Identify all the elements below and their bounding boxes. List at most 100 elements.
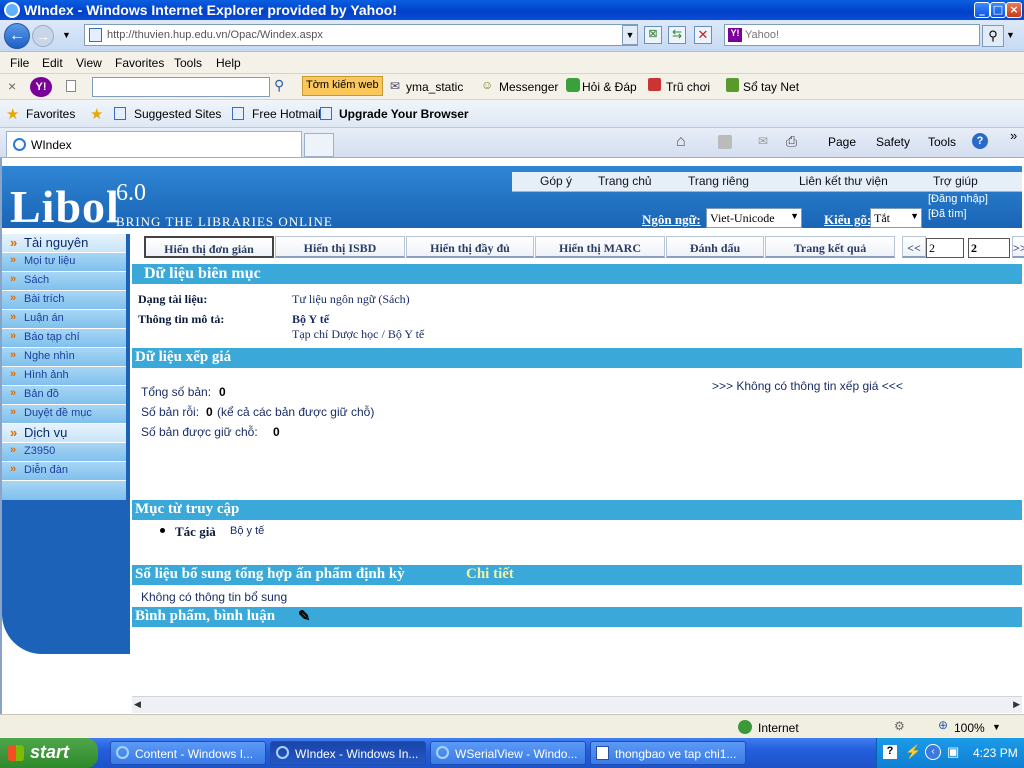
toolbar-item-answers[interactable]: Hỏi & Đáp	[582, 80, 637, 94]
menu-tools[interactable]: Tools	[174, 56, 202, 70]
sidebar-spacer	[2, 481, 126, 500]
link-feedback[interactable]: Góp ý	[540, 174, 572, 188]
sidebar-item-audiovisual[interactable]: Nghe nhìn	[2, 348, 126, 367]
favorites-button[interactable]: Favorites	[26, 107, 75, 121]
read-mail-icon[interactable]: ✉	[758, 134, 768, 148]
link-home[interactable]: Trang chủ	[598, 174, 652, 188]
task-windex[interactable]: WIndex - Windows In...	[270, 741, 426, 765]
toolbar-item-messenger[interactable]: Messenger	[499, 80, 558, 94]
menu-view[interactable]: View	[76, 56, 102, 70]
ie-task-icon	[436, 746, 449, 759]
sidebar-item-books[interactable]: Sách	[2, 272, 126, 291]
menu-help[interactable]: Help	[216, 56, 241, 70]
stop-icon[interactable]: ✕	[694, 26, 712, 44]
magnifier-icon[interactable]: ⚲	[274, 77, 284, 94]
back-icon[interactable]: ←	[4, 23, 30, 49]
yahoo-logo-icon[interactable]: Y!	[30, 77, 52, 97]
scroll-right-icon[interactable]: ▶	[1013, 699, 1020, 710]
search-input[interactable]: Y! Yahoo!	[724, 24, 980, 46]
tab-results[interactable]: Trang kết quả	[765, 236, 895, 258]
author-link[interactable]: Bộ y tế	[230, 525, 264, 537]
fav-free-hotmail[interactable]: Free Hotmail	[252, 107, 321, 121]
tab-marc-view[interactable]: Hiển thị MARC	[535, 236, 665, 258]
sidebar-item-z3950[interactable]: Z3950	[2, 443, 126, 462]
tab-full-view[interactable]: Hiển thị đầy đủ	[406, 236, 534, 258]
pager-current-input[interactable]: 2	[926, 238, 964, 258]
sidebar-item-images[interactable]: Hình ảnh	[2, 367, 126, 386]
new-tab-button[interactable]	[304, 133, 334, 157]
zoom-dropdown-icon[interactable]: ▼	[992, 722, 1001, 732]
tab-bookmark[interactable]: Đánh dấu	[666, 236, 764, 258]
language-select[interactable]: Viet-Unicode ▼	[706, 208, 802, 228]
yahoo-menu-icon[interactable]	[66, 80, 76, 92]
link-library-links[interactable]: Liên kết thư viện	[799, 174, 888, 188]
close-toolbar-icon[interactable]: ×	[8, 78, 16, 94]
fav-suggested-sites[interactable]: Suggested Sites	[134, 107, 221, 121]
chevron-more-icon[interactable]: »	[1010, 128, 1017, 143]
task-word-document[interactable]: thongbao ve tap chi1...	[590, 741, 746, 765]
tab-isbd-view[interactable]: Hiển thị ISBD	[275, 236, 405, 258]
help-icon[interactable]: ?	[972, 133, 988, 149]
maximize-button[interactable]: □	[990, 2, 1006, 18]
serial-detail-link[interactable]: Chi tiết	[466, 566, 514, 583]
protected-mode-icon[interactable]: ⚙	[894, 719, 905, 733]
scroll-left-icon[interactable]: ◀	[134, 699, 141, 710]
start-button[interactable]: start	[0, 738, 98, 768]
zoom-level[interactable]: 100%	[954, 721, 985, 735]
task-wserialview[interactable]: WSerialView - Windo...	[430, 741, 586, 765]
menu-edit[interactable]: Edit	[42, 56, 63, 70]
link-help[interactable]: Trợ giúp	[933, 174, 978, 188]
feeds-icon[interactable]	[718, 135, 732, 149]
toolbar-item-games[interactable]: Trũ chơi	[666, 80, 710, 94]
refresh-icon[interactable]: ⇆	[668, 26, 686, 44]
sidebar-item-forum[interactable]: Diễn đàn	[2, 462, 126, 481]
pager-prev-button[interactable]: <<	[902, 236, 926, 258]
history-dropdown-icon[interactable]: ▼	[62, 30, 71, 40]
task-content[interactable]: Content - Windows I...	[110, 741, 266, 765]
link-personal[interactable]: Trang riêng	[688, 174, 749, 188]
home-icon[interactable]: ⌂	[676, 133, 686, 151]
sidebar-item-articles[interactable]: Bài trích	[2, 291, 126, 310]
sidebar-item-theses[interactable]: Luận án	[2, 310, 126, 329]
add-favorites-icon[interactable]: ★	[90, 105, 103, 123]
fav-upgrade-browser[interactable]: Upgrade Your Browser	[339, 107, 469, 121]
network-tray-icon[interactable]: ⚡	[905, 744, 921, 760]
menu-file[interactable]: File	[10, 56, 29, 70]
address-dropdown-icon[interactable]: ▼	[622, 25, 638, 45]
back-arrow-tray-icon[interactable]: ‹	[925, 744, 941, 760]
search-icon[interactable]: ⚲	[982, 25, 1004, 47]
search-options-icon[interactable]: ▼	[1006, 30, 1015, 40]
edit-comment-icon[interactable]: ✎	[298, 607, 311, 626]
sidebar-item-journals[interactable]: Báo tạp chí	[2, 329, 126, 348]
tab-windex[interactable]: WIndex	[6, 131, 302, 157]
horizontal-scrollbar[interactable]: ◀ ▶	[132, 696, 1022, 713]
close-button[interactable]: ×	[1006, 2, 1022, 18]
compat-view-icon[interactable]: ⊠	[644, 26, 662, 44]
page-menu[interactable]: Page	[828, 135, 856, 149]
address-input[interactable]: http://thuvien.hup.edu.vn/Opac/Windex.as…	[84, 24, 638, 46]
tab-simple-view[interactable]: Hiển thị đơn giản	[144, 236, 274, 258]
sidebar-item-maps[interactable]: Bản đồ	[2, 386, 126, 405]
pager-next-button[interactable]: >>	[1012, 236, 1024, 258]
help-tray-icon[interactable]: ?	[883, 745, 897, 759]
safety-menu[interactable]: Safety	[876, 135, 910, 149]
saved-search-link[interactable]: [Đã tìm]	[928, 208, 967, 220]
sidebar-item-browse-subjects[interactable]: Duyệt đề mục	[2, 405, 126, 424]
volume-tray-icon[interactable]: ▣	[947, 744, 959, 760]
toolbar-item-notebook[interactable]: Sổ tay Net	[743, 80, 799, 94]
input-method-select[interactable]: Tắt ▼	[870, 208, 922, 228]
yahoo-search-input[interactable]	[92, 77, 270, 97]
tools-menu[interactable]: Tools	[928, 135, 956, 149]
toolbar-item-yma-static[interactable]: yma_static	[406, 80, 463, 94]
pager-total-input[interactable]: 2	[968, 238, 1010, 258]
print-icon[interactable]: ⎙	[786, 133, 797, 150]
sidebar-item-all[interactable]: Mọi tư liệu	[2, 253, 126, 272]
menu-favorites[interactable]: Favorites	[115, 56, 164, 70]
minimize-button[interactable]: _	[974, 2, 990, 18]
forward-icon[interactable]: →	[32, 25, 54, 47]
description-title: Tạp chí Dược học / Bộ Y tế	[292, 327, 425, 341]
yahoo-toolbar: × Y! ⚲ Tờm kiếm web ✉ yma_static ☺ Messe…	[0, 74, 1024, 100]
yahoo-search-button[interactable]: Tờm kiếm web	[302, 76, 383, 96]
login-link[interactable]: [Đăng nhập]	[928, 193, 988, 205]
ie-tab-icon	[13, 138, 26, 151]
